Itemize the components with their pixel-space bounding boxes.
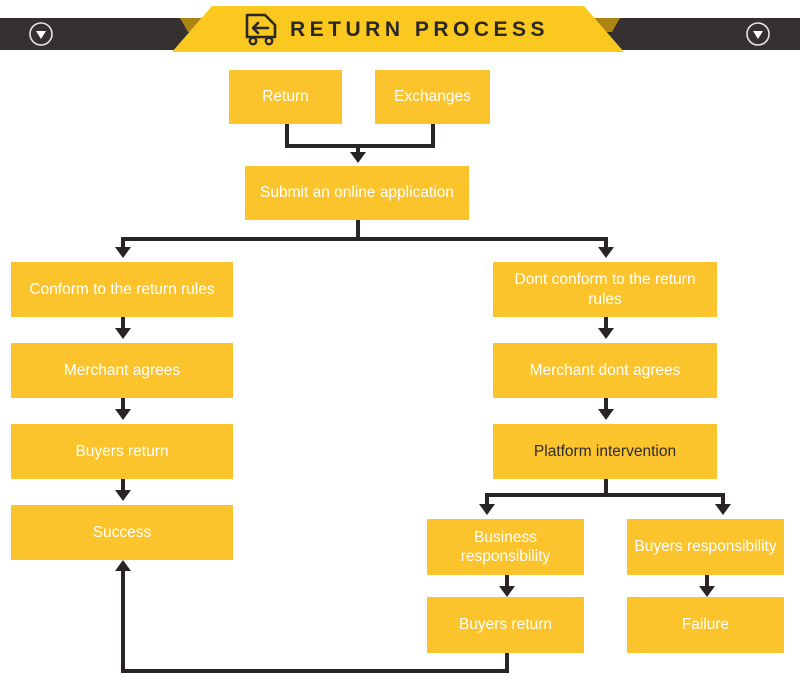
node-business-responsibility[interactable]: Business responsibility: [427, 519, 584, 575]
arrowhead-merchant-dont-agrees: [598, 328, 614, 339]
return-truck-icon: [245, 13, 277, 46]
arrowhead-buyers-responsibility: [715, 504, 731, 515]
node-success[interactable]: Success: [11, 505, 233, 560]
node-platform-intervention[interactable]: Platform intervention: [493, 424, 717, 479]
arrowhead-loop-success: [115, 560, 131, 571]
node-buyers-return-right[interactable]: Buyers return: [427, 597, 584, 653]
node-return[interactable]: Return: [229, 70, 342, 124]
arrowhead-success: [115, 490, 131, 501]
arrowhead-to-conform: [115, 247, 131, 258]
arrowhead-buyers-return-left: [115, 409, 131, 420]
edge-platform-bus: [485, 493, 725, 497]
node-merchant-dont-agrees[interactable]: Merchant dont agrees: [493, 343, 717, 398]
node-dont-conform-to-return-rules[interactable]: Dont conform to the return rules: [493, 262, 717, 317]
edge-merge-top: [285, 144, 435, 148]
page-header: RETURN PROCESS: [0, 0, 800, 58]
arrowhead-to-dont-conform: [598, 247, 614, 258]
arrowhead-to-submit: [350, 152, 366, 163]
node-submit-online-application[interactable]: Submit an online application: [245, 166, 469, 220]
page-title: RETURN PROCESS: [290, 18, 550, 41]
node-buyers-responsibility[interactable]: Buyers responsibility: [627, 519, 784, 575]
node-buyers-return-left[interactable]: Buyers return: [11, 424, 233, 479]
edge-loop-horizontal: [121, 669, 509, 673]
edge-split-bus: [121, 237, 608, 241]
arrowhead-buyers-return-right: [499, 586, 515, 597]
node-failure[interactable]: Failure: [627, 597, 784, 653]
chevron-down-circle-icon[interactable]: [28, 21, 54, 47]
chevron-down-circle-icon[interactable]: [745, 21, 771, 47]
arrowhead-merchant-agrees: [115, 328, 131, 339]
arrowhead-business-responsibility: [479, 504, 495, 515]
arrowhead-platform: [598, 409, 614, 420]
arrowhead-failure: [699, 586, 715, 597]
node-exchanges[interactable]: Exchanges: [375, 70, 490, 124]
node-merchant-agrees[interactable]: Merchant agrees: [11, 343, 233, 398]
edge-loop-up: [121, 570, 125, 669]
node-conform-to-return-rules[interactable]: Conform to the return rules: [11, 262, 233, 317]
flowchart-page: RETURN PROCESS Return Exchanges Submit a…: [0, 0, 800, 691]
